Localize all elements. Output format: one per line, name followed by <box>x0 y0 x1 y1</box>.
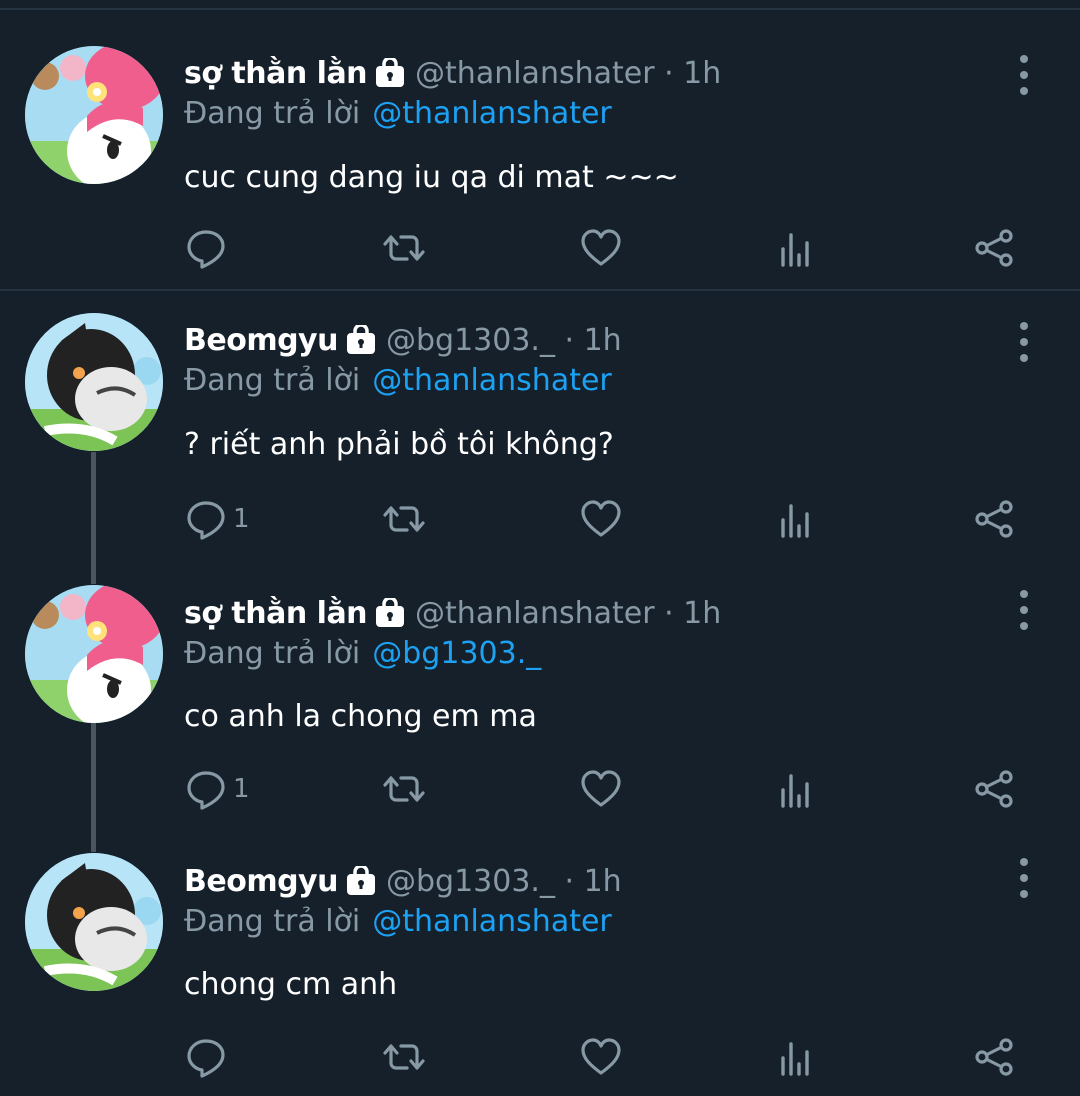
author-name[interactable]: Beomgyu <box>184 864 338 899</box>
author-row: sợ thằn lằn @thanlanshater · 1h <box>184 51 721 95</box>
reply-mention-link[interactable]: @thanlanshater <box>372 96 612 131</box>
avatar-black-bunny[interactable] <box>25 313 163 451</box>
author-row: Beomgyu @bg1303._ · 1h <box>184 859 622 903</box>
avatar-black-bunny[interactable] <box>25 853 163 991</box>
reply-prefix: Đang trả lời <box>184 903 361 939</box>
reply-icon <box>185 227 227 269</box>
retweet-button[interactable] <box>383 497 425 541</box>
more-icon[interactable] <box>1012 322 1036 362</box>
reply-icon <box>185 768 227 810</box>
analytics-icon <box>776 227 818 269</box>
more-icon[interactable] <box>1012 858 1036 898</box>
reply-context: Đang trả lời @thanlanshater <box>184 91 612 135</box>
lock-icon <box>346 323 376 355</box>
lock-icon <box>346 864 376 896</box>
lock-icon <box>375 596 405 628</box>
share-button[interactable] <box>973 226 1015 270</box>
retweet-icon <box>383 768 425 810</box>
lock-icon <box>375 56 405 88</box>
reply-prefix: Đang trả lời <box>184 95 361 131</box>
reply-count: 1 <box>233 504 250 534</box>
more-icon[interactable] <box>1012 590 1036 630</box>
like-button[interactable] <box>580 226 622 270</box>
author-row: Beomgyu @bg1303._ · 1h <box>184 318 622 362</box>
analytics-icon <box>776 768 818 810</box>
reply-mention-link[interactable]: @thanlanshater <box>372 363 612 398</box>
retweet-button[interactable] <box>383 767 425 811</box>
retweet-icon <box>383 227 425 269</box>
tweet-4[interactable]: Beomgyu @bg1303._ · 1h Đang trả lời @tha… <box>0 828 1080 1096</box>
share-icon <box>973 227 1015 269</box>
analytics-button[interactable] <box>776 497 818 541</box>
reply-button[interactable]: 1 <box>185 497 250 541</box>
reply-context: Đang trả lời @bg1303._ <box>184 631 541 675</box>
tweet-text: co anh la chong em ma <box>184 698 537 734</box>
author-name[interactable]: sợ thằn lằn <box>184 56 368 91</box>
reply-mention-link[interactable]: @thanlanshater <box>372 904 612 939</box>
share-icon <box>973 498 1015 540</box>
author-handle: @bg1303._ · 1h <box>385 863 622 899</box>
analytics-icon <box>776 1036 818 1078</box>
avatar-pink-bunny[interactable] <box>25 585 163 723</box>
reply-mention-link[interactable]: @bg1303._ <box>372 636 541 671</box>
like-button[interactable] <box>580 767 622 811</box>
reply-context: Đang trả lời @thanlanshater <box>184 899 612 943</box>
author-row: sợ thằn lằn @thanlanshater · 1h <box>184 591 721 635</box>
analytics-button[interactable] <box>776 767 818 811</box>
like-icon <box>580 1036 622 1078</box>
retweet-button[interactable] <box>383 226 425 270</box>
share-icon <box>973 768 1015 810</box>
author-name[interactable]: sợ thằn lằn <box>184 596 368 631</box>
more-icon[interactable] <box>1012 55 1036 95</box>
retweet-icon <box>383 498 425 540</box>
reply-button[interactable] <box>185 226 233 270</box>
share-button[interactable] <box>973 1035 1015 1079</box>
author-handle: @thanlanshater · 1h <box>415 55 722 91</box>
tweet-text: cuc cung dang iu qa di mat ~~~ <box>184 159 679 195</box>
author-handle: @thanlanshater · 1h <box>415 595 722 631</box>
reply-icon <box>185 498 227 540</box>
reply-icon <box>185 1036 227 1078</box>
analytics-icon <box>776 498 818 540</box>
reply-context: Đang trả lời @thanlanshater <box>184 358 612 402</box>
tweet-3[interactable]: sợ thằn lằn @thanlanshater · 1h Đang trả… <box>0 560 1080 828</box>
analytics-button[interactable] <box>776 226 818 270</box>
tweet-2[interactable]: Beomgyu @bg1303._ · 1h Đang trả lời @tha… <box>0 292 1080 560</box>
author-handle: @bg1303._ · 1h <box>385 322 622 358</box>
retweet-button[interactable] <box>383 1035 425 1079</box>
share-button[interactable] <box>973 767 1015 811</box>
like-icon <box>580 768 622 810</box>
tweet-text: ? riết anh phải bồ tôi không? <box>184 426 614 462</box>
reply-prefix: Đang trả lời <box>184 362 361 398</box>
share-button[interactable] <box>973 497 1015 541</box>
like-button[interactable] <box>580 497 622 541</box>
like-button[interactable] <box>580 1035 622 1079</box>
reply-button[interactable] <box>185 1035 233 1079</box>
tweet-divider <box>0 289 1080 291</box>
reply-prefix: Đang trả lời <box>184 635 361 671</box>
avatar-pink-bunny[interactable] <box>25 46 163 184</box>
analytics-button[interactable] <box>776 1035 818 1079</box>
share-icon <box>973 1036 1015 1078</box>
tweet-1[interactable]: sợ thằn lằn @thanlanshater · 1h Đang trả… <box>0 0 1080 270</box>
like-icon <box>580 498 622 540</box>
like-icon <box>580 227 622 269</box>
reply-count: 1 <box>233 774 250 804</box>
reply-button[interactable]: 1 <box>185 767 250 811</box>
author-name[interactable]: Beomgyu <box>184 323 338 358</box>
tweet-text: chong cm anh <box>184 966 398 1002</box>
retweet-icon <box>383 1036 425 1078</box>
